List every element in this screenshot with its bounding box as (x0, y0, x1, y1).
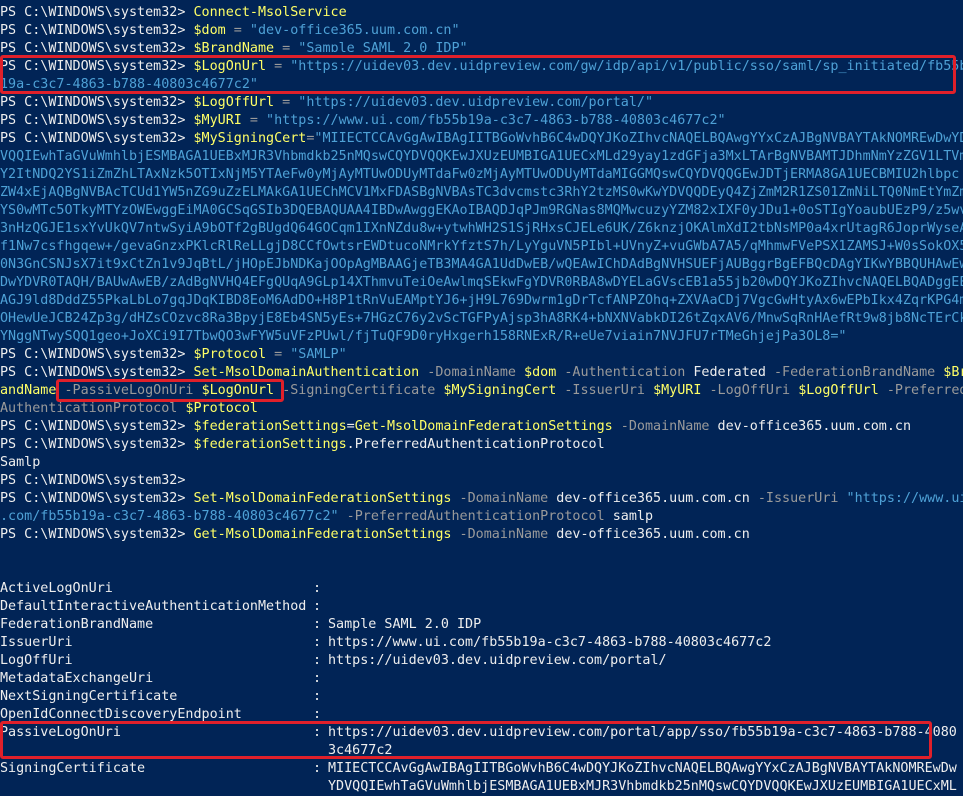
property-row: NextSigningCertificate: (0, 689, 322, 704)
terminal-line: PS C:\WINDOWS\system32> Set-MsolDomainAu… (0, 365, 963, 380)
property-name: SigningCertificate (0, 761, 146, 776)
property-value: Sample SAML 2.0 IDP (328, 617, 482, 632)
property-value: 3c4677c2 (328, 743, 393, 758)
property-name: DefaultInteractiveAuthenticationMethod (0, 599, 307, 614)
terminal-line: DwYDVR0TAQH/BAUwAwEB/zAdBgNVHQ4EFgQUqA9G… (0, 275, 963, 290)
terminal-line: AGJ9ld8DddZ55PkaLbLo7gqJDqKIBD8EoM6AdDO+… (0, 293, 963, 308)
property-row: FederationBrandName: Sample SAML 2.0 IDP (0, 617, 482, 632)
powershell-terminal[interactable]: PS C:\WINDOWS\system32> Connect-MsolServ… (0, 0, 963, 794)
terminal-line: AuthenticationProtocol $Protocol (0, 401, 258, 416)
terminal-line: PS C:\WINDOWS\system32> (0, 473, 194, 488)
property-name: ActiveLogOnUri (0, 581, 113, 596)
property-row: DefaultInteractiveAuthenticationMethod: (0, 599, 322, 614)
terminal-line: YS0wMTc5OTkyMTYzOWEwggEiMA0GCSqGSIb3DQEB… (0, 203, 963, 218)
terminal-line: PS C:\WINDOWS\system32> $MySigningCert="… (0, 131, 963, 146)
property-value: https://uidev03.dev.uidpreview.com/porta… (328, 725, 957, 740)
property-row: 3c4677c2 (0, 742, 963, 760)
terminal-line: PS C:\WINDOWS\system32> $MyURI = "https:… (0, 113, 726, 128)
terminal-line: PS C:\WINDOWS\system32> Set-MsolDomainFe… (0, 491, 963, 506)
property-value: https://uidev03.dev.uidpreview.com/porta… (328, 653, 667, 668)
terminal-line: PS C:\WINDOWS\system32> $dom = "dev-offi… (0, 23, 460, 38)
terminal-line: 3nHzQGJE1sxYvUkQV7ntwSyiA9bOTf2gBUgdQ64G… (0, 221, 963, 236)
property-value: MIIECTCCAvGgAwIBAgIITBGoWvhB6C4wDQYJKoZI… (328, 761, 957, 776)
property-name: OpenIdConnectDiscoveryEndpoint (0, 707, 242, 722)
terminal-line: PS C:\WINDOWS\system32> $LogOffUrl = "ht… (0, 95, 654, 110)
property-value: https://www.ui.com/fb55b19a-c3c7-4863-b7… (328, 635, 772, 650)
property-row: YDVQQIEwhTaGVuWmhlbjESMBAGA1UEBxMJR3Vhbm… (0, 778, 963, 796)
terminal-line: PS C:\WINDOWS\system32> Get-MsolDomainFe… (0, 527, 750, 542)
property-name: IssuerUri (0, 635, 73, 650)
terminal-line: PS C:\WINDOWS\system32> $federationSetti… (0, 437, 605, 452)
terminal-line: f1Nw7csfhgqew+/gevaGnzxPKlcRlReLLgjD8CCf… (0, 239, 963, 254)
terminal-line: andName -PassiveLogOnUri $LogOnUrl -Sign… (0, 383, 963, 398)
property-row: IssuerUri: https://www.ui.com/fb55b19a-c3… (0, 635, 772, 650)
property-name: LogOffUri (0, 653, 73, 668)
property-value: YDVQQIEwhTaGVuWmhlbjESMBAGA1UEBxMJR3Vhbm… (328, 779, 957, 794)
property-name: MetadataExchangeUri (0, 671, 154, 686)
terminal-line: YNggNTwySQQ1geo+JoXCi9I7TbwQO3wFYW5uVFzP… (0, 329, 847, 344)
terminal-line: ZW4xEjAQBgNVBAcTCUd1YW5nZG9uZzELMAkGA1UE… (0, 185, 963, 200)
terminal-line: PS C:\WINDOWS\system32> $LogOnUrl = "htt… (0, 59, 963, 74)
property-name: FederationBrandName (0, 617, 154, 632)
property-row: PassiveLogOnUri: https://uidev03.dev.uidp… (0, 725, 957, 740)
terminal-line: PS C:\WINDOWS\system32> $federationSetti… (0, 419, 912, 434)
terminal-line: OHewUeJCB24Zp3g/dHZsCOzvc8Ra3BpyjE8Eb4SN… (0, 311, 963, 326)
terminal-line: 0N3GnCSNJsX7it9xCtZn1v9JqBtL/jHOpEJbNDKa… (0, 257, 963, 272)
property-row: OpenIdConnectDiscoveryEndpoint: (0, 707, 322, 722)
terminal-line: VQQIEwhTaGVuWmhlbjESMBAGA1UEBxMJR3Vhbmdk… (0, 149, 963, 164)
terminal-line: PS C:\WINDOWS\system32> $Protocol = "SAM… (0, 347, 347, 362)
terminal-line: Y2ItNDQ2YS1iZmZhLTAxNzk5OTIxNjM5YTAeFw0y… (0, 167, 960, 182)
property-row: SigningCertificate: MIIECTCCAvGgAwIBAgIIT… (0, 761, 957, 776)
terminal-line: PS C:\WINDOWS\system32> Connect-MsolServ… (0, 5, 347, 20)
property-name: NextSigningCertificate (0, 689, 178, 704)
terminal-line: PS C:\WINDOWS\system32> $BrandName = "Sa… (0, 41, 468, 52)
terminal-line: 19a-c3c7-4863-b788-40803c4677c2" (0, 77, 258, 92)
terminal-line: .com/fb55b19a-c3c7-4863-b788-40803c4677c… (0, 509, 654, 524)
property-name: PassiveLogOnUri (0, 725, 121, 740)
terminal-line: Samlp (0, 455, 41, 470)
property-row: MetadataExchangeUri: (0, 671, 322, 686)
property-row: ActiveLogOnUri: (0, 581, 322, 596)
property-row: LogOffUri: https://uidev03.dev.uidpreview… (0, 653, 667, 668)
